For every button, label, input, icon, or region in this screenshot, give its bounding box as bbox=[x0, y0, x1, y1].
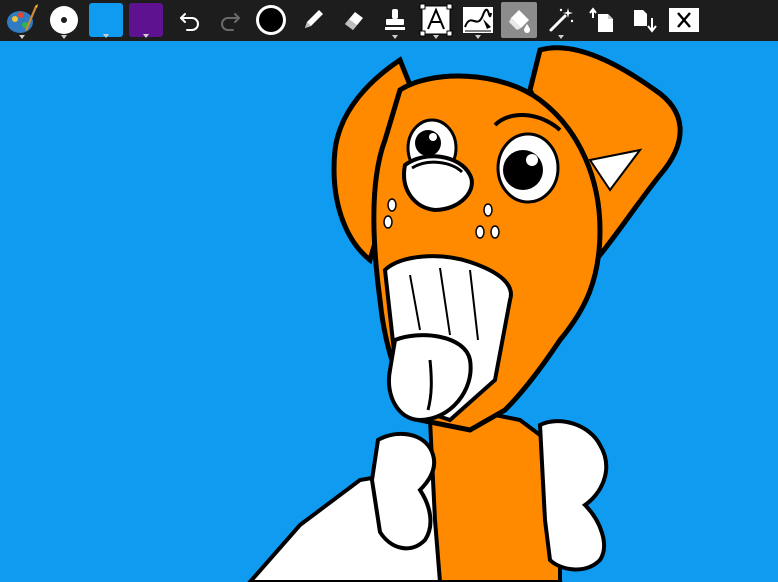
redo-icon bbox=[221, 13, 240, 31]
fill-pattern-caret-icon bbox=[475, 35, 481, 39]
pencil-icon bbox=[305, 10, 323, 28]
stamp-icon bbox=[385, 9, 405, 30]
dog-coloring-picture bbox=[0, 41, 778, 582]
redo-button[interactable] bbox=[212, 2, 248, 38]
line-width-tool[interactable] bbox=[253, 2, 289, 38]
stamp-caret-icon bbox=[392, 35, 398, 39]
palette-icon bbox=[7, 4, 38, 33]
brush-size-icon bbox=[50, 6, 78, 34]
paint-bucket-icon bbox=[509, 10, 530, 33]
text-caret-icon bbox=[433, 35, 439, 39]
palette-tool[interactable] bbox=[4, 2, 40, 39]
text-tool[interactable] bbox=[418, 2, 454, 39]
undo-icon bbox=[180, 13, 199, 31]
magic-wand-icon bbox=[549, 8, 574, 32]
secondary-color-caret-icon bbox=[143, 34, 149, 38]
save-export-icon bbox=[634, 10, 657, 33]
close-icon bbox=[669, 8, 699, 32]
drawing-canvas[interactable] bbox=[0, 41, 778, 582]
magic-wand-tool[interactable] bbox=[543, 2, 579, 39]
line-width-icon bbox=[256, 5, 286, 35]
brush-size-tool[interactable] bbox=[46, 2, 82, 39]
import-image-icon bbox=[589, 7, 613, 32]
eraser-tool[interactable] bbox=[336, 2, 372, 38]
magic-wand-caret-icon bbox=[558, 35, 564, 39]
text-icon bbox=[419, 3, 453, 37]
toolbar bbox=[0, 0, 778, 41]
stamp-tool[interactable] bbox=[377, 2, 413, 39]
import-image-button[interactable] bbox=[584, 2, 620, 38]
paint-bucket-tool[interactable] bbox=[501, 2, 537, 38]
close-button[interactable] bbox=[666, 2, 702, 38]
undo-button[interactable] bbox=[172, 2, 208, 38]
primary-color-swatch[interactable] bbox=[89, 3, 123, 38]
save-export-button[interactable] bbox=[626, 2, 662, 38]
brush-size-caret-icon bbox=[61, 35, 67, 39]
secondary-color-swatch[interactable] bbox=[129, 3, 163, 38]
fill-pattern-icon bbox=[463, 7, 493, 33]
palette-caret-icon bbox=[19, 35, 25, 39]
primary-color-caret-icon bbox=[103, 34, 109, 38]
fill-pattern-tool[interactable] bbox=[460, 2, 496, 39]
pencil-tool[interactable] bbox=[295, 2, 331, 38]
eraser-icon bbox=[345, 12, 363, 30]
